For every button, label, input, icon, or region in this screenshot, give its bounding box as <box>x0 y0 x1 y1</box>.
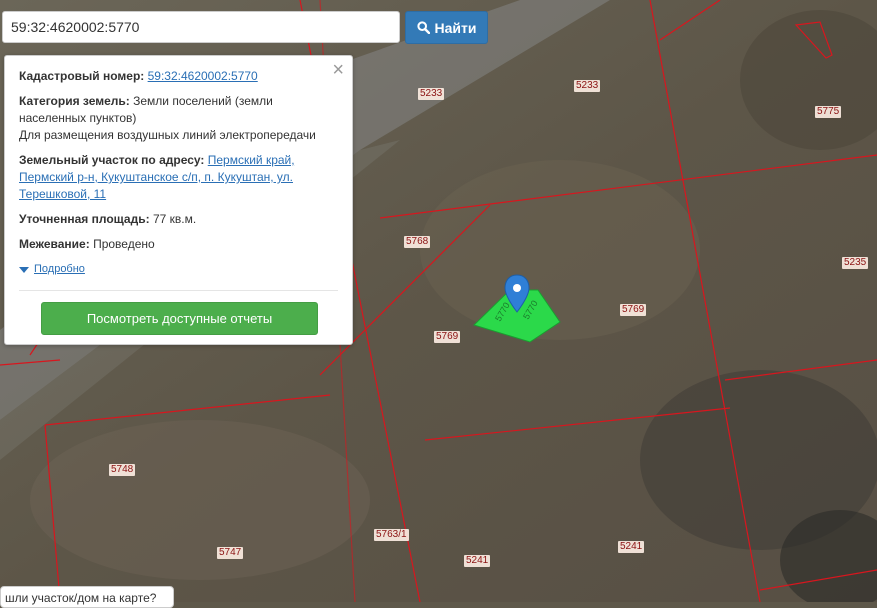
plot-label[interactable]: 5768 <box>404 236 431 248</box>
plot-label[interactable]: 5747 <box>217 547 244 559</box>
plot-label[interactable]: 5763/1 <box>374 529 409 541</box>
search-bar: Найти <box>2 11 488 45</box>
plot-label[interactable]: 5769 <box>434 331 461 343</box>
plot-label[interactable]: 5233 <box>418 88 445 100</box>
vegetation-patch <box>30 420 370 580</box>
caret-down-icon <box>19 266 29 273</box>
area-value: 77 кв.м. <box>152 212 197 226</box>
search-icon <box>416 21 430 34</box>
help-text: шли участок/дом на карте? <box>5 591 157 605</box>
details-link[interactable]: Подробно <box>34 261 85 278</box>
plot-label[interactable]: 5241 <box>464 555 491 567</box>
details-toggle[interactable]: Подробно <box>19 261 338 278</box>
cadastral-number-row: Кадастровый номер: 59:32:4620002:5770 <box>19 68 338 85</box>
survey-row: Межевание: Проведено <box>19 236 338 253</box>
plot-info-popup: × Кадастровый номер: 59:32:4620002:5770 … <box>4 55 353 345</box>
plot-label[interactable]: 5775 <box>815 106 842 118</box>
help-bubble[interactable]: шли участок/дом на карте? <box>0 586 174 608</box>
cadastral-number-label: Кадастровый номер: <box>19 69 145 83</box>
address-label: Земельный участок по адресу: <box>19 153 205 167</box>
view-reports-button[interactable]: Посмотреть доступные отчеты <box>41 302 318 335</box>
plot-label[interactable]: 5241 <box>618 541 645 553</box>
land-purpose-value: Для размещения воздушных линий электропе… <box>19 128 316 142</box>
area-row: Уточненная площадь: 77 кв.м. <box>19 211 338 228</box>
plot-label[interactable]: 5748 <box>109 464 136 476</box>
cadastral-number-link[interactable]: 59:32:4620002:5770 <box>148 69 258 83</box>
close-icon[interactable]: × <box>332 60 344 80</box>
address-row: Земельный участок по адресу: Пермский кр… <box>19 152 338 203</box>
search-button[interactable]: Найти <box>405 11 488 44</box>
divider <box>19 290 338 291</box>
survey-value: Проведено <box>93 237 155 251</box>
search-button-label: Найти <box>434 19 477 36</box>
land-category-row: Категория земель: Земли поселений (земли… <box>19 93 338 144</box>
plot-label[interactable]: 5233 <box>574 80 601 92</box>
survey-label: Межевание: <box>19 237 90 251</box>
plot-label[interactable]: 5769 <box>620 304 647 316</box>
land-category-label: Категория земель: <box>19 94 130 108</box>
search-input[interactable] <box>2 11 400 43</box>
plot-label[interactable]: 5235 <box>842 257 869 269</box>
area-label: Уточненная площадь: <box>19 212 150 226</box>
vegetation-patch <box>420 160 700 340</box>
